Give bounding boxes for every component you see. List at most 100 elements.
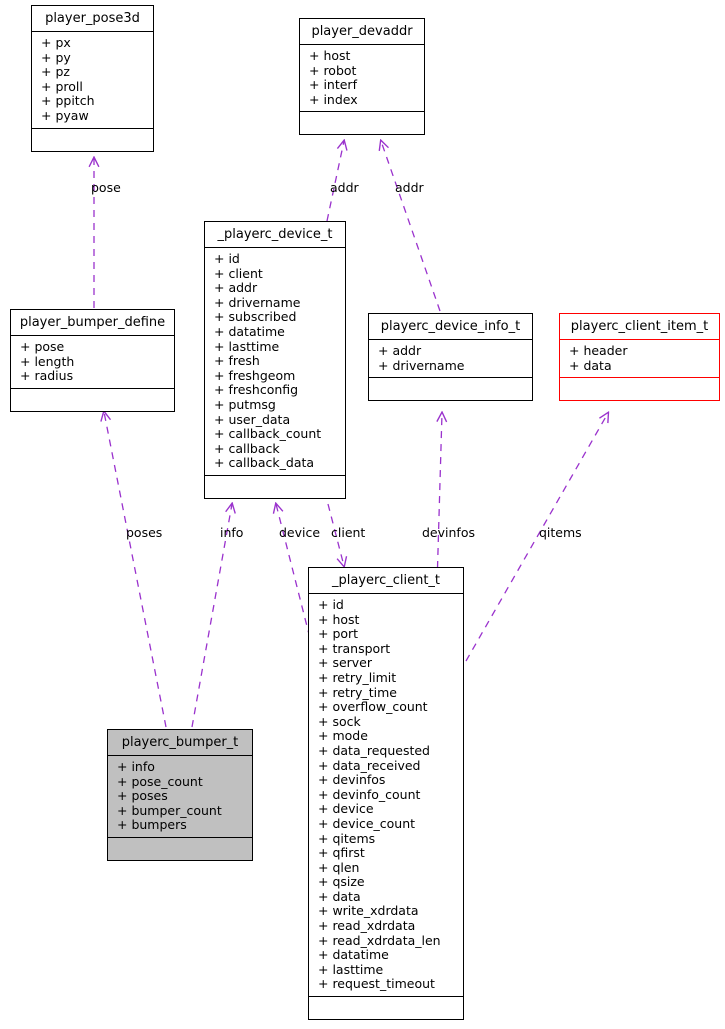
attribute: + radius [20, 368, 74, 384]
attribute: + bumpers [117, 817, 187, 833]
edge-label-addr-info: addr [395, 180, 424, 195]
attribute: + port [318, 626, 359, 642]
attribute: + data_requested [318, 742, 430, 758]
class-player-bumper-define[interactable]: player_bumper_define + pose + length + r… [10, 309, 175, 412]
class-player-pose3d[interactable]: player_pose3d + px + py + pz + proll + p… [31, 5, 154, 152]
attribute: + pz [41, 64, 70, 80]
attribute: + callback_count [214, 426, 322, 442]
class-methods [205, 476, 345, 498]
attribute: + callback [214, 440, 280, 456]
attribute: + request_timeout [318, 976, 435, 992]
attribute: + drivername [378, 357, 465, 373]
attribute: + subscribed [214, 309, 297, 325]
attribute: + lasttime [318, 961, 384, 977]
attribute: + lasttime [214, 338, 280, 354]
attribute: + qfirst [318, 845, 365, 861]
attribute: + header [569, 343, 628, 358]
class-playerc-bumper-t[interactable]: playerc_bumper_t + info + pose_count + p… [107, 729, 253, 861]
attribute: + qsize [318, 874, 365, 890]
attribute: + mode [318, 728, 368, 744]
attribute: + poses [117, 788, 168, 804]
class-attributes: + addr + drivername [369, 340, 532, 379]
attribute: + pose_count [117, 773, 203, 789]
class-title: player_bumper_define [11, 310, 174, 336]
attribute: + fresh [214, 353, 260, 369]
attribute: + host [318, 611, 360, 627]
attribute: + addr [378, 343, 422, 358]
attribute: + id [318, 597, 344, 612]
attribute: + bumper_count [117, 802, 222, 818]
class-methods [108, 838, 252, 860]
attribute: + py [41, 49, 71, 65]
attribute: + devinfos [318, 772, 386, 788]
class-title: player_devaddr [300, 19, 424, 45]
edge-addr-info [381, 141, 441, 312]
edge-label-addr-device: addr [330, 180, 359, 195]
uml-collaboration-diagram: player_pose3d + px + py + pz + proll + p… [0, 0, 725, 1029]
attribute: + id [214, 251, 240, 266]
attribute: + length [20, 353, 75, 369]
class-playerc-client-item-t[interactable]: playerc_client_item_t + header + data [559, 313, 720, 402]
class-title: _playerc_client_t [309, 568, 463, 594]
class-attributes: + px + py + pz + proll + ppitch + pyaw [32, 32, 153, 129]
class-playerc-device-t[interactable]: _playerc_device_t + id + client + addr +… [204, 221, 346, 499]
class-attributes: + pose + length + radius [11, 336, 174, 389]
class-methods [309, 997, 463, 1019]
attribute: + qitems [318, 830, 376, 846]
class-attributes: + info + pose_count + poses + bumper_cou… [108, 756, 252, 838]
attribute: + callback_data [214, 455, 315, 471]
attribute: + device_count [318, 815, 416, 831]
attribute: + data [318, 888, 361, 904]
class-methods [11, 389, 174, 411]
attribute: + retry_time [318, 684, 397, 700]
class-player-devaddr[interactable]: player_devaddr + host + robot + interf +… [299, 18, 425, 136]
attribute: + info [117, 759, 155, 774]
edge-label-poses: poses [126, 525, 163, 540]
attribute: + freshconfig [214, 382, 299, 398]
class-attributes: + header + data [560, 340, 719, 379]
class-playerc-device-info-t[interactable]: playerc_device_info_t + addr + drivernam… [368, 313, 533, 402]
edge-label-device: device [279, 525, 321, 540]
edge-label-pose: pose [91, 180, 121, 195]
attribute: + pyaw [41, 107, 89, 123]
attribute: + addr [214, 280, 258, 296]
class-playerc-client-t[interactable]: _playerc_client_t + id + host + port + t… [308, 567, 464, 1021]
attribute: + index [309, 91, 358, 107]
attribute: + ppitch [41, 93, 95, 109]
class-title: playerc_device_info_t [369, 314, 532, 340]
class-methods [369, 378, 532, 400]
attribute: + data_received [318, 757, 421, 773]
class-methods [560, 378, 719, 400]
edge-poses [104, 412, 167, 728]
class-title: player_pose3d [32, 6, 153, 32]
attribute: + freshgeom [214, 367, 296, 383]
attribute: + robot [309, 62, 357, 78]
attribute: + sock [318, 713, 361, 729]
attribute: + drivername [214, 294, 301, 310]
class-attributes: + host + robot + interf + index [300, 45, 424, 113]
attribute: + qlen [318, 859, 360, 875]
class-methods [300, 112, 424, 134]
attribute: + user_data [214, 411, 291, 427]
class-title: playerc_bumper_t [108, 730, 252, 756]
attribute: + pose [20, 339, 65, 354]
attribute: + device [318, 801, 374, 817]
attribute: + data [569, 357, 612, 373]
edge-label-client: client [331, 525, 366, 540]
attribute: + server [318, 655, 373, 671]
attribute: + write_xdrdata [318, 903, 419, 919]
class-title: playerc_client_item_t [560, 314, 719, 340]
attribute: + read_xdrdata_len [318, 932, 441, 948]
attribute: + client [214, 265, 263, 281]
edge-qitems [465, 413, 608, 662]
attribute: + read_xdrdata [318, 918, 416, 934]
class-title: _playerc_device_t [205, 222, 345, 248]
attribute: + putmsg [214, 396, 276, 412]
attribute: + datatime [318, 947, 389, 963]
attribute: + host [309, 48, 351, 63]
class-attributes: + id + host + port + transport + server … [309, 594, 463, 998]
class-attributes: + id + client + addr + drivername + subs… [205, 248, 345, 476]
attribute: + transport [318, 640, 391, 656]
attribute: + interf [309, 77, 357, 93]
edge-label-qitems: qitems [539, 525, 582, 540]
